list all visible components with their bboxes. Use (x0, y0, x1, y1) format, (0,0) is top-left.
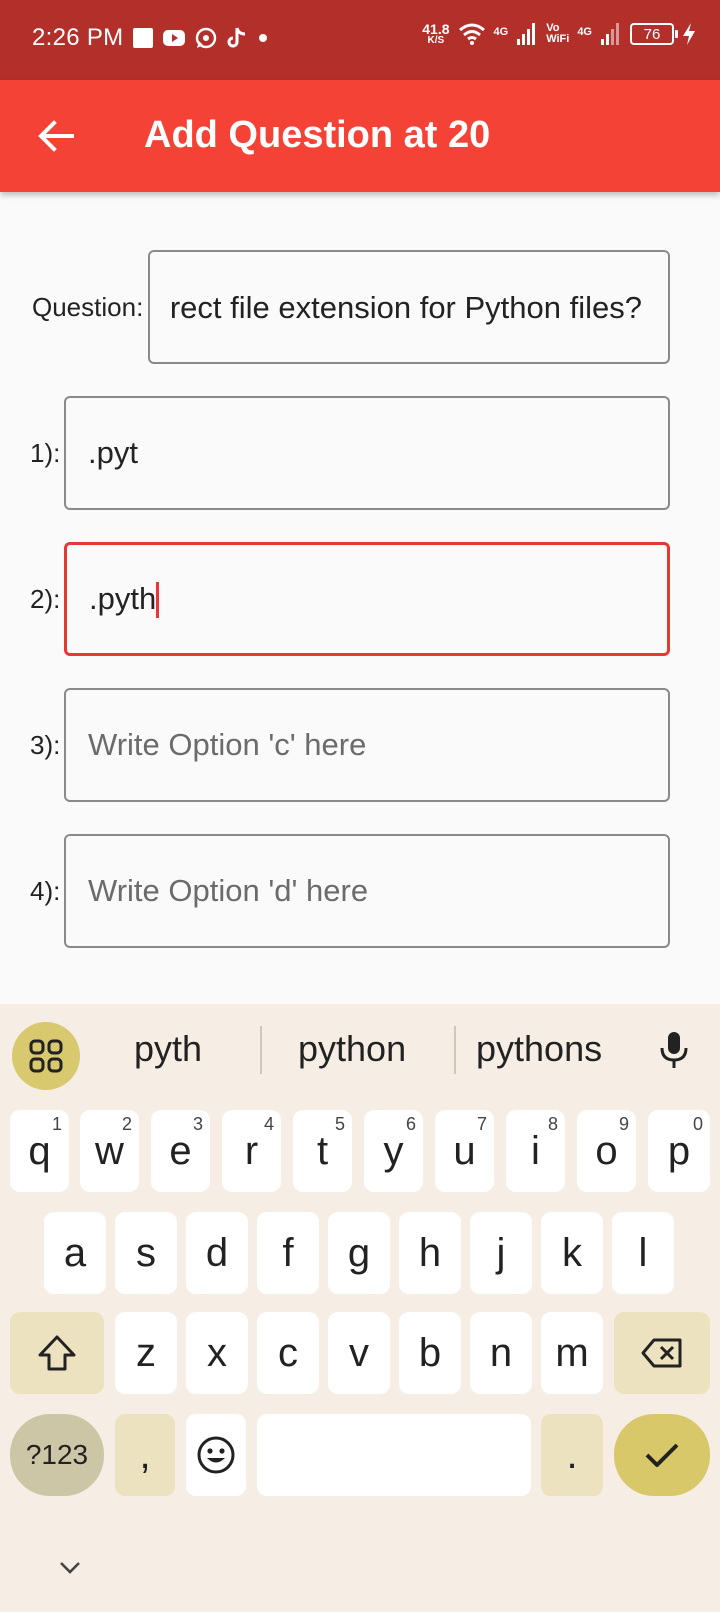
key-a[interactable]: a (44, 1212, 106, 1294)
suggestion-divider (454, 1026, 456, 1074)
tiktok-icon (227, 27, 246, 48)
charging-icon (683, 23, 695, 45)
key-r[interactable]: r4 (222, 1110, 281, 1192)
status-bar: 2:26 PM 41.8 K/S 4G Vo WiFi 4G 76 (0, 0, 720, 80)
backspace-key[interactable] (614, 1312, 710, 1394)
key-t[interactable]: t5 (293, 1110, 352, 1192)
app-bar: Add Question at 20 (0, 80, 720, 192)
arrow-back-icon (38, 120, 74, 152)
signal-icon (601, 23, 619, 45)
key-k[interactable]: k (541, 1212, 603, 1294)
key-e[interactable]: e3 (151, 1110, 210, 1192)
key-i[interactable]: i8 (506, 1110, 565, 1192)
option-3-label: 3): (30, 730, 61, 760)
text-caret (156, 582, 159, 618)
sim2-network-label: 4G (577, 26, 592, 38)
suggestion-bar: pyth python pythons (0, 1004, 720, 1096)
square-icon (133, 28, 153, 48)
key-v[interactable]: v (328, 1312, 390, 1394)
key-j[interactable]: j (470, 1212, 532, 1294)
option-2-field[interactable] (64, 542, 670, 656)
key-o[interactable]: o9 (577, 1110, 636, 1192)
key-n[interactable]: n (470, 1312, 532, 1394)
key-x[interactable]: x (186, 1312, 248, 1394)
sim1-network-label: 4G (493, 26, 509, 38)
wifi-icon (458, 23, 485, 45)
suggestion-3[interactable]: pythons (476, 1028, 602, 1070)
keyboard-menu-button[interactable] (12, 1022, 80, 1090)
microphone-icon (660, 1032, 688, 1068)
option-1-field[interactable] (64, 396, 670, 510)
key-l[interactable]: l (612, 1212, 674, 1294)
vowifi-label: Vo WiFi (546, 22, 570, 45)
back-button[interactable] (30, 110, 82, 162)
key-d[interactable]: d (186, 1212, 248, 1294)
option-4-field[interactable] (64, 834, 670, 948)
notification-icons (132, 26, 270, 50)
grid-icon (29, 1039, 63, 1073)
backspace-icon (641, 1338, 682, 1368)
key-f[interactable]: f (257, 1212, 319, 1294)
space-key[interactable] (257, 1414, 531, 1496)
shift-icon (38, 1335, 76, 1371)
net-speed: 41.8 K/S (422, 21, 450, 46)
status-time: 2:26 PM (32, 24, 124, 51)
hide-keyboard-button[interactable] (52, 1550, 88, 1586)
option-2-label: 2): (30, 584, 61, 614)
key-s[interactable]: s (115, 1212, 177, 1294)
suggestion-divider (260, 1026, 262, 1074)
option-4-input[interactable] (66, 836, 668, 946)
key-h[interactable]: h (399, 1212, 461, 1294)
option-1-label: 1): (30, 438, 61, 468)
whatsapp-icon (195, 27, 217, 49)
suggestion-2[interactable]: python (298, 1028, 406, 1070)
option-3-field[interactable] (64, 688, 670, 802)
key-q[interactable]: q1 (10, 1110, 69, 1192)
suggestion-1[interactable]: pyth (134, 1028, 202, 1070)
key-b[interactable]: b (399, 1312, 461, 1394)
chevron-down-icon (60, 1562, 80, 1574)
key-g[interactable]: g (328, 1212, 390, 1294)
option-3-input[interactable] (66, 690, 668, 800)
key-c[interactable]: c (257, 1312, 319, 1394)
enter-key[interactable] (614, 1414, 710, 1496)
battery-icon: 76 (630, 23, 678, 45)
question-text: rect file extension for Python files? (169, 290, 642, 325)
page-title: Add Question at 20 (144, 114, 491, 156)
emoji-icon (197, 1436, 235, 1474)
comma-key[interactable]: , (115, 1414, 175, 1496)
voice-input-button[interactable] (652, 1024, 696, 1076)
status-right-icons: 41.8 K/S 4G Vo WiFi 4G 76 (422, 22, 696, 46)
soft-keyboard: pyth python pythons q1 w2 e3 r4 t5 y6 u7… (0, 1004, 720, 1612)
key-z[interactable]: z (115, 1312, 177, 1394)
option-4-label: 4): (30, 876, 61, 906)
dot-icon (259, 34, 267, 42)
check-icon (645, 1443, 679, 1467)
key-w[interactable]: w2 (80, 1110, 139, 1192)
battery-level: 76 (643, 25, 661, 43)
youtube-icon (163, 30, 185, 46)
question-input[interactable]: rect file extension for Python files? (148, 250, 670, 364)
emoji-key[interactable] (186, 1414, 246, 1496)
question-label: Question: (32, 292, 144, 322)
key-y[interactable]: y6 (364, 1110, 423, 1192)
shift-key[interactable] (10, 1312, 104, 1394)
signal-icon (517, 23, 536, 45)
period-key[interactable]: . (541, 1414, 603, 1496)
option-1-input[interactable] (66, 398, 668, 508)
key-p[interactable]: p0 (648, 1110, 710, 1192)
symbols-key[interactable]: ?123 (10, 1414, 104, 1496)
key-m[interactable]: m (541, 1312, 603, 1394)
key-u[interactable]: u7 (435, 1110, 494, 1192)
